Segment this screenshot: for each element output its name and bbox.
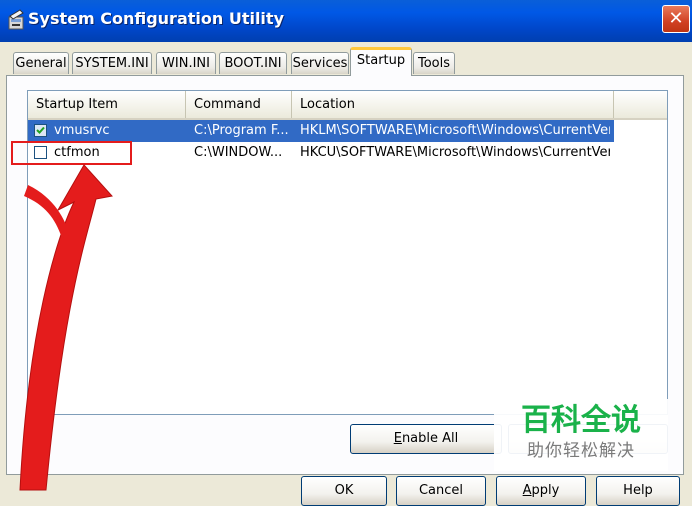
column-header-location[interactable]: Location xyxy=(292,91,614,118)
title-bar[interactable]: System Configuration Utility ✕ xyxy=(0,0,692,42)
watermark-logo: 百科全说 助你轻松解决 xyxy=(494,399,668,471)
apply-button[interactable]: Apply xyxy=(496,476,586,506)
watermark-subtitle: 助你轻松解决 xyxy=(527,441,635,461)
tab-general[interactable]: General xyxy=(13,52,69,74)
list-header: Startup Item Command Location xyxy=(28,91,667,120)
startup-item-location: HKLM\SOFTWARE\Microsoft\Windows\CurrentV… xyxy=(300,123,610,138)
msconfig-icon xyxy=(6,9,26,31)
annotation-arrow-icon xyxy=(19,164,113,491)
column-header-command[interactable]: Command xyxy=(186,91,292,118)
tab-system-ini[interactable]: SYSTEM.INI xyxy=(72,52,152,74)
startup-item-command: C:\Program F... xyxy=(194,123,289,138)
list-item[interactable]: vmusrvc C:\Program F... HKLM\SOFTWARE\Mi… xyxy=(28,120,614,142)
tab-tools[interactable]: Tools xyxy=(413,52,455,74)
startup-item-command: C:\WINDOW... xyxy=(194,145,283,160)
ok-button[interactable]: OK xyxy=(301,476,387,506)
tab-boot-ini[interactable]: BOOT.INI xyxy=(219,52,287,74)
tab-startup[interactable]: Startup xyxy=(350,47,412,76)
startup-item-name: vmusrvc xyxy=(54,123,110,138)
close-button[interactable]: ✕ xyxy=(662,5,690,33)
enable-all-button[interactable]: Enable All xyxy=(350,424,502,454)
tab-services[interactable]: Services xyxy=(291,52,349,74)
tab-win-ini[interactable]: WIN.INI xyxy=(156,52,216,74)
column-header-startup-item[interactable]: Startup Item xyxy=(28,91,186,118)
window-title: System Configuration Utility xyxy=(28,9,284,28)
checkmark-icon xyxy=(36,126,45,134)
watermark-title: 百科全说 xyxy=(521,403,641,438)
tab-strip: General SYSTEM.INI WIN.INI BOOT.INI Serv… xyxy=(0,47,692,77)
startup-checkbox-vmusrvc[interactable] xyxy=(34,124,47,137)
cancel-button[interactable]: Cancel xyxy=(396,476,486,506)
help-button[interactable]: Help xyxy=(596,476,680,506)
close-icon: ✕ xyxy=(668,8,684,29)
startup-item-location: HKCU\SOFTWARE\Microsoft\Windows\CurrentV… xyxy=(300,145,610,160)
